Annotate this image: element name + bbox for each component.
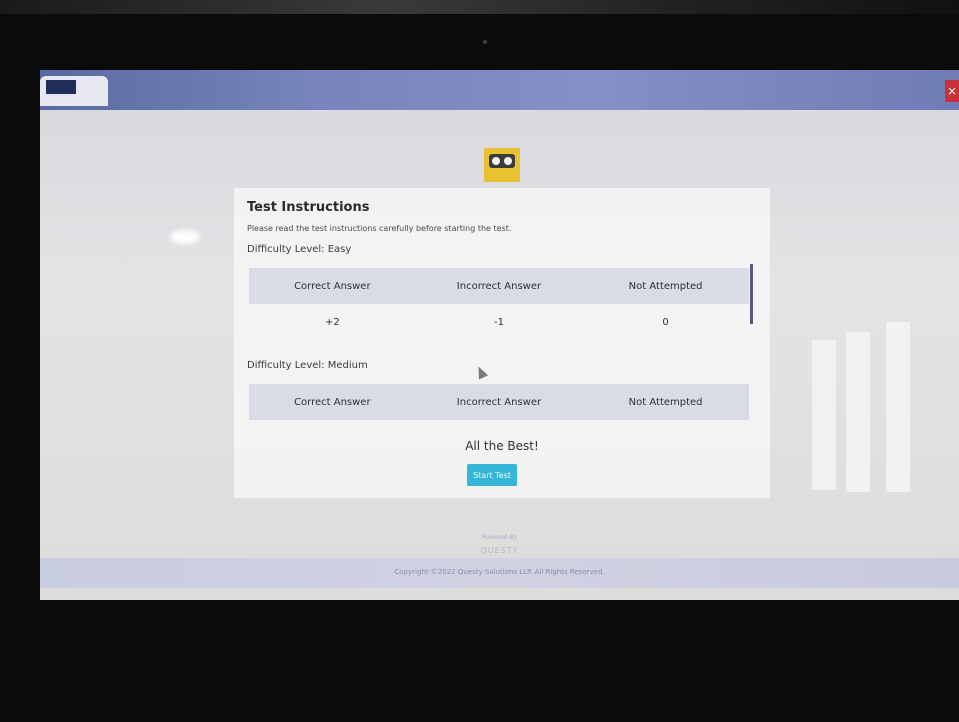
favicon-icon [46, 80, 76, 94]
easy-table-row: +2 -1 0 [249, 304, 749, 340]
logo-eye-icon [504, 157, 512, 165]
copyright-text: Copyright ©2022 Questy Solutions LLP. Al… [394, 568, 605, 576]
instructions-card: Test Instructions Please read the test i… [234, 188, 770, 498]
difficulty-medium-label: Difficulty Level: Medium [247, 360, 368, 371]
medium-table-header: Correct Answer Incorrect Answer Not Atte… [249, 384, 749, 420]
browser-tab-bar: × [40, 70, 959, 110]
header-correct: Correct Answer [294, 280, 371, 292]
value-incorrect: -1 [493, 316, 504, 328]
value-not-attempted: 0 [662, 316, 669, 328]
webcam-icon [483, 40, 487, 44]
scrollbar[interactable] [750, 264, 753, 324]
glare-reflection [170, 230, 200, 244]
header-correct: Correct Answer [294, 396, 371, 408]
questy-brand: QUESTY [480, 546, 519, 555]
header-incorrect: Incorrect Answer [456, 396, 542, 408]
close-icon[interactable]: × [945, 80, 959, 102]
difficulty-easy-label: Difficulty Level: Easy [247, 244, 352, 255]
header-incorrect: Incorrect Answer [456, 280, 542, 292]
spongebob-logo-icon [484, 148, 520, 182]
start-test-button[interactable]: Start Test [467, 464, 517, 486]
logo-eye-icon [492, 157, 500, 165]
easy-table-header: Correct Answer Incorrect Answer Not Atte… [249, 268, 749, 304]
window-reflection [886, 322, 910, 492]
logo-face [489, 154, 515, 168]
laptop-screen: × Test Instructions Please read the test… [40, 70, 959, 600]
all-the-best-text: All the Best! [465, 439, 539, 453]
laptop-bezel-top [0, 0, 959, 14]
footer-bar: Copyright ©2022 Questy Solutions LLP. Al… [40, 558, 959, 588]
instructions-subtitle: Please read the test instructions carefu… [247, 224, 512, 233]
value-correct: +2 [324, 316, 340, 328]
header-not-attempted: Not Attempted [628, 280, 703, 292]
header-not-attempted: Not Attempted [628, 396, 703, 408]
instructions-title: Test Instructions [247, 200, 370, 215]
powered-by-text: Powered By [481, 534, 518, 541]
window-reflection [846, 332, 870, 492]
window-reflection [812, 340, 836, 490]
browser-tab[interactable] [40, 76, 108, 106]
